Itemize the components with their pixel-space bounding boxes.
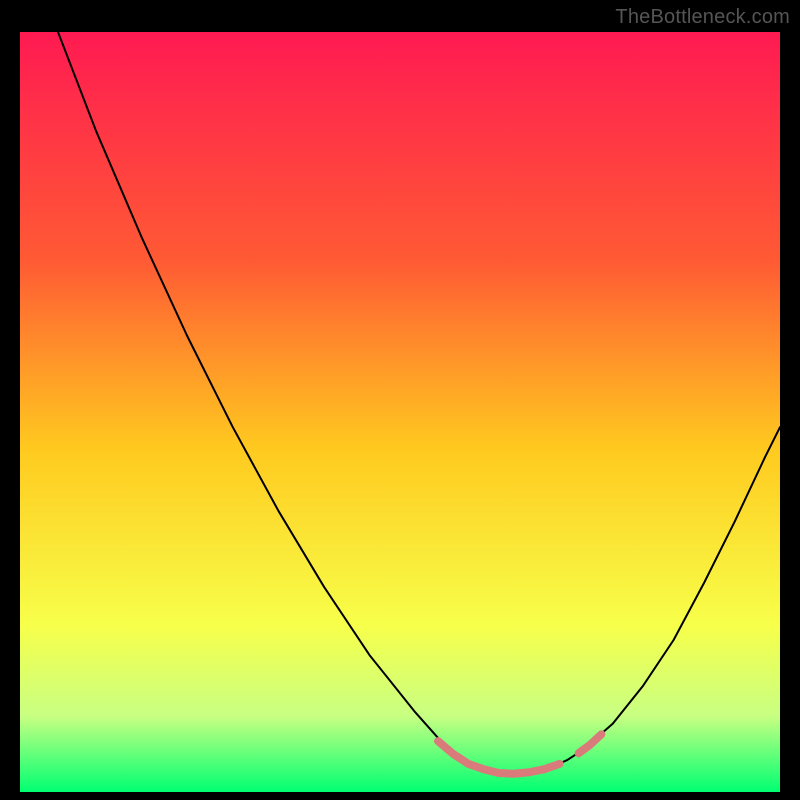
chart-container: TheBottleneck.com xyxy=(0,0,800,800)
attribution-label: TheBottleneck.com xyxy=(615,6,790,29)
gradient-background xyxy=(20,32,780,792)
plot-area xyxy=(20,32,780,792)
chart-svg xyxy=(20,32,780,792)
